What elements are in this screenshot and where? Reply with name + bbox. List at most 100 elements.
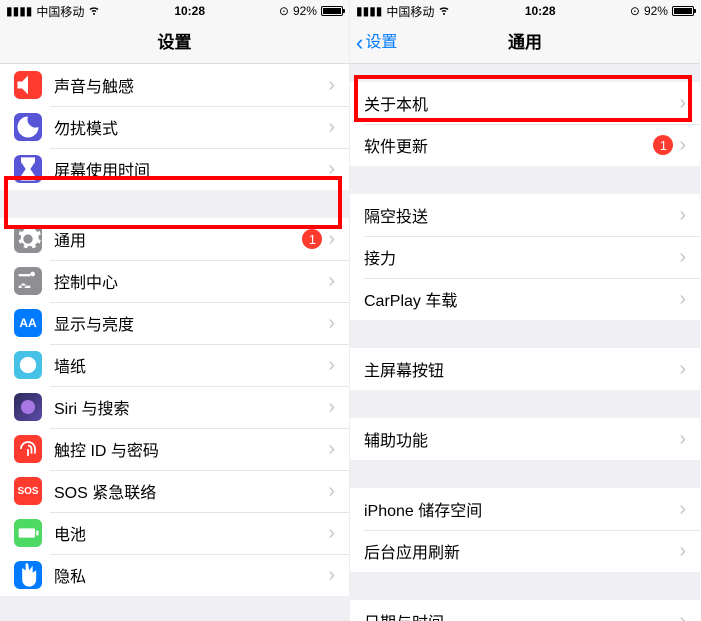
wallpaper-icon bbox=[14, 351, 42, 379]
wifi-icon bbox=[88, 4, 100, 19]
chevron-icon: › bbox=[328, 396, 335, 419]
row-sos[interactable]: SOS SOS 紧急联络 › bbox=[0, 470, 349, 512]
right-screenshot: ▮▮▮▮ 中国移动 10:28 ⊙ 92% ‹ 设置 通用 关于本机 › 软件更… bbox=[350, 0, 700, 621]
status-bar: ▮▮▮▮ 中国移动 10:28 ⊙ 92% bbox=[350, 0, 700, 22]
row-label: 软件更新 bbox=[364, 133, 653, 157]
row-label: 后台应用刷新 bbox=[364, 539, 673, 563]
battery-settings-icon bbox=[14, 519, 42, 547]
row-about[interactable]: 关于本机 › bbox=[350, 82, 700, 124]
notification-badge: 1 bbox=[653, 135, 673, 155]
status-bar: ▮▮▮▮ 中国移动 10:28 ⊙ 92% bbox=[0, 0, 349, 22]
row-label: 通用 bbox=[54, 227, 302, 251]
chevron-icon: › bbox=[328, 480, 335, 503]
chevron-icon: › bbox=[679, 288, 686, 311]
chevron-icon: › bbox=[328, 228, 335, 251]
chevron-icon: › bbox=[328, 522, 335, 545]
row-sound[interactable]: 声音与触感 › bbox=[0, 64, 349, 106]
chevron-icon: › bbox=[679, 540, 686, 563]
row-label: 勿扰模式 bbox=[54, 115, 322, 139]
row-airdrop[interactable]: 隔空投送 › bbox=[350, 194, 700, 236]
fingerprint-icon bbox=[14, 435, 42, 463]
row-accessibility[interactable]: 辅助功能 › bbox=[350, 418, 700, 460]
row-label: 隐私 bbox=[54, 563, 322, 587]
row-wallpaper[interactable]: 墙纸 › bbox=[0, 344, 349, 386]
row-privacy[interactable]: 隐私 › bbox=[0, 554, 349, 596]
moon-icon bbox=[14, 113, 42, 141]
chevron-icon: › bbox=[328, 354, 335, 377]
row-label: 声音与触感 bbox=[54, 73, 322, 97]
chevron-icon: › bbox=[328, 270, 335, 293]
row-home-button[interactable]: 主屏幕按钮 › bbox=[350, 348, 700, 390]
row-label: 屏幕使用时间 bbox=[54, 157, 322, 181]
row-control-center[interactable]: 控制中心 › bbox=[0, 260, 349, 302]
notification-badge: 1 bbox=[302, 229, 322, 249]
row-software-update[interactable]: 软件更新 1 › bbox=[350, 124, 700, 166]
row-label: iPhone 储存空间 bbox=[364, 497, 673, 521]
nav-title: 通用 bbox=[508, 33, 542, 52]
chevron-icon: › bbox=[328, 438, 335, 461]
chevron-icon: › bbox=[328, 312, 335, 335]
row-background-refresh[interactable]: 后台应用刷新 › bbox=[350, 530, 700, 572]
back-label: 设置 bbox=[365, 22, 397, 64]
carrier-text: 中国移动 bbox=[386, 3, 434, 20]
back-button[interactable]: ‹ 设置 bbox=[356, 22, 397, 64]
row-label: 关于本机 bbox=[364, 91, 673, 115]
alarm-icon: ⊙ bbox=[279, 4, 289, 18]
chevron-left-icon: ‹ bbox=[356, 32, 363, 54]
sos-icon: SOS bbox=[14, 477, 42, 505]
nav-title: 设置 bbox=[0, 22, 349, 64]
row-storage[interactable]: iPhone 储存空间 › bbox=[350, 488, 700, 530]
status-time: 10:28 bbox=[174, 4, 205, 18]
battery-pct: 92% bbox=[293, 4, 317, 18]
siri-icon bbox=[14, 393, 42, 421]
chevron-icon: › bbox=[679, 92, 686, 115]
row-touchid[interactable]: 触控 ID 与密码 › bbox=[0, 428, 349, 470]
row-label: 显示与亮度 bbox=[54, 311, 322, 335]
row-label: 触控 ID 与密码 bbox=[54, 437, 322, 461]
row-battery[interactable]: 电池 › bbox=[0, 512, 349, 554]
row-label: 辅助功能 bbox=[364, 427, 673, 451]
gear-icon bbox=[14, 225, 42, 253]
row-screentime[interactable]: 屏幕使用时间 › bbox=[0, 148, 349, 190]
chevron-icon: › bbox=[328, 116, 335, 139]
row-siri[interactable]: Siri 与搜索 › bbox=[0, 386, 349, 428]
row-label: 墙纸 bbox=[54, 353, 322, 377]
left-screenshot: ▮▮▮▮ 中国移动 10:28 ⊙ 92% 设置 声音与触感 › 勿扰模式 › … bbox=[0, 0, 350, 621]
row-carplay[interactable]: CarPlay 车载 › bbox=[350, 278, 700, 320]
display-icon: AA bbox=[14, 309, 42, 337]
row-handoff[interactable]: 接力 › bbox=[350, 236, 700, 278]
nav-bar: ‹ 设置 通用 bbox=[350, 22, 700, 64]
chevron-icon: › bbox=[328, 158, 335, 181]
toggles-icon bbox=[14, 267, 42, 295]
chevron-icon: › bbox=[328, 564, 335, 587]
row-label: CarPlay 车载 bbox=[364, 287, 673, 311]
signal-icon: ▮▮▮▮ bbox=[6, 4, 32, 18]
sound-icon bbox=[14, 71, 42, 99]
chevron-icon: › bbox=[679, 428, 686, 451]
alarm-icon: ⊙ bbox=[630, 4, 640, 18]
row-label: 电池 bbox=[54, 521, 322, 545]
battery-pct: 92% bbox=[644, 4, 668, 18]
chevron-icon: › bbox=[679, 246, 686, 269]
row-dnd[interactable]: 勿扰模式 › bbox=[0, 106, 349, 148]
row-label: 接力 bbox=[364, 245, 673, 269]
row-label: 主屏幕按钮 bbox=[364, 357, 673, 381]
hand-icon bbox=[14, 561, 42, 589]
row-date-time[interactable]: 日期与时间 › bbox=[350, 600, 700, 621]
wifi-icon bbox=[438, 4, 450, 19]
row-display[interactable]: AA 显示与亮度 › bbox=[0, 302, 349, 344]
signal-icon: ▮▮▮▮ bbox=[356, 4, 382, 18]
row-label: 日期与时间 bbox=[364, 609, 673, 621]
carrier-text: 中国移动 bbox=[36, 3, 84, 20]
status-time: 10:28 bbox=[525, 4, 556, 18]
chevron-icon: › bbox=[679, 358, 686, 381]
row-label: Siri 与搜索 bbox=[54, 395, 322, 419]
row-general[interactable]: 通用 1 › bbox=[0, 218, 349, 260]
chevron-icon: › bbox=[328, 74, 335, 97]
chevron-icon: › bbox=[679, 610, 686, 621]
battery-icon bbox=[672, 6, 694, 16]
row-label: SOS 紧急联络 bbox=[54, 479, 322, 503]
chevron-icon: › bbox=[679, 498, 686, 521]
battery-icon bbox=[321, 6, 343, 16]
chevron-icon: › bbox=[679, 134, 686, 157]
